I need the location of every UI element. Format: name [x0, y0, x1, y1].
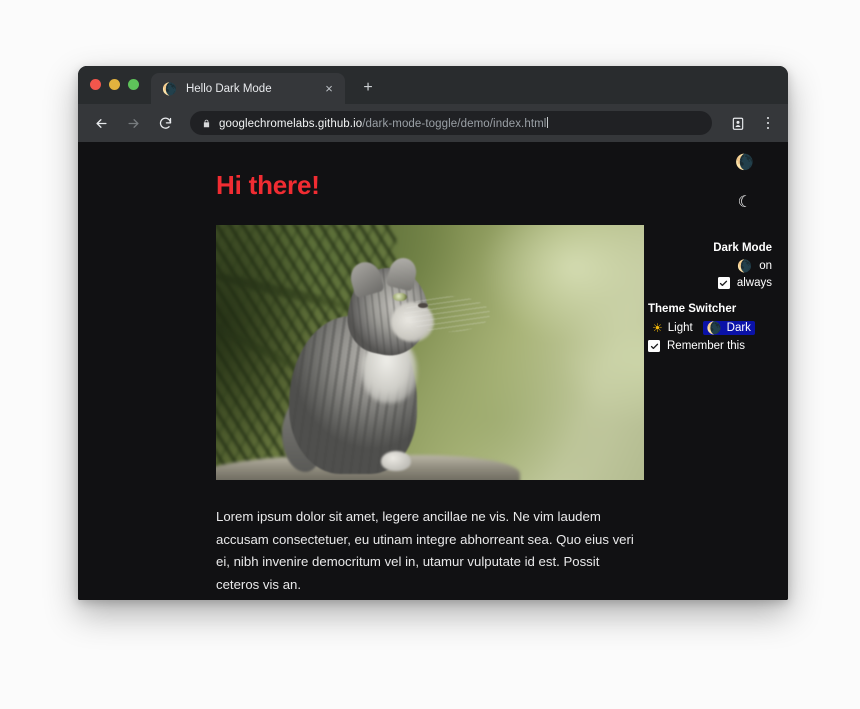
page-viewport: 🌘 ☾ Hi there! Lorem ipsum dolor sit amet…	[78, 142, 788, 600]
minimize-window-button[interactable]	[109, 78, 120, 90]
always-label: always	[736, 277, 772, 289]
close-window-button[interactable]	[90, 78, 101, 90]
moon-favicon-icon: 🌘	[162, 81, 177, 96]
theme-switcher-group: Theme Switcher ☀ Light 🌘 Dark Remember t…	[648, 303, 772, 352]
kebab-menu-icon[interactable]	[758, 112, 778, 134]
traffic-lights	[90, 66, 139, 104]
reload-icon[interactable]	[154, 112, 176, 134]
kitten-paw	[380, 450, 411, 472]
back-arrow-icon[interactable]	[90, 112, 112, 134]
url-path: /dark-mode-toggle/demo/index.html	[362, 117, 547, 130]
moon-icon: 🌘	[737, 259, 753, 273]
dark-mode-group: Dark Mode 🌘 on always	[648, 242, 772, 289]
browser-tab[interactable]: 🌘 Hello Dark Mode ×	[151, 73, 345, 104]
url-domain: googlechromelabs.github.io	[219, 117, 363, 130]
theme-option-light-label: Light	[667, 322, 693, 334]
profile-card-icon[interactable]	[728, 112, 748, 134]
crescent-moon-icon[interactable]: ☾	[738, 195, 752, 211]
remember-this-checkbox[interactable]	[648, 340, 660, 352]
kitten-whiskers	[404, 296, 490, 333]
url-text: googlechromelabs.github.io/dark-mode-tog…	[219, 116, 549, 130]
remember-this-row[interactable]: Remember this	[648, 340, 772, 352]
kitten-eye	[393, 292, 407, 302]
text-caret	[547, 116, 549, 128]
tab-title: Hello Dark Mode	[185, 82, 272, 95]
address-bar[interactable]: googlechromelabs.github.io/dark-mode-tog…	[190, 111, 712, 135]
dark-mode-always-row[interactable]: always	[648, 277, 772, 289]
dark-mode-toggle-row[interactable]: 🌘 on	[648, 260, 772, 272]
body-paragraph: Lorem ipsum dolor sit amet, legere ancil…	[216, 509, 634, 593]
lock-icon	[202, 118, 211, 129]
dark-mode-title: Dark Mode	[713, 242, 772, 254]
sun-icon: ☀	[652, 321, 663, 335]
moon-icon: 🌘	[706, 321, 722, 335]
dark-mode-toggle-moon-icon[interactable]: 🌘	[735, 155, 754, 170]
theme-option-dark[interactable]: 🌘 Dark	[702, 321, 755, 335]
always-checkbox[interactable]	[717, 277, 730, 289]
page-content: Hi there! Lorem ipsum dolor sit amet, le…	[216, 170, 644, 597]
tab-strip: 🌘 Hello Dark Mode × +	[78, 66, 788, 104]
theme-option-dark-label: Dark	[726, 322, 751, 334]
close-icon[interactable]: ×	[322, 82, 336, 95]
theme-options-row: ☀ Light 🌘 Dark	[648, 321, 772, 335]
new-tab-button[interactable]: +	[359, 80, 377, 96]
forward-arrow-icon[interactable]	[122, 112, 144, 134]
theme-option-light[interactable]: ☀ Light	[648, 321, 697, 335]
kitten-photo	[216, 225, 644, 480]
theme-switcher-title: Theme Switcher	[648, 303, 737, 315]
controls-panel: Dark Mode 🌘 on always Theme Switcher ☀ L…	[648, 242, 772, 366]
dark-mode-state-label: on	[759, 260, 772, 272]
browser-window: 🌘 Hello Dark Mode × + googlechromelabs.g…	[78, 66, 788, 600]
browser-toolbar: googlechromelabs.github.io/dark-mode-tog…	[78, 104, 788, 142]
maximize-window-button[interactable]	[128, 78, 139, 90]
remember-this-label: Remember this	[667, 340, 745, 352]
page-title: Hi there!	[216, 170, 320, 200]
